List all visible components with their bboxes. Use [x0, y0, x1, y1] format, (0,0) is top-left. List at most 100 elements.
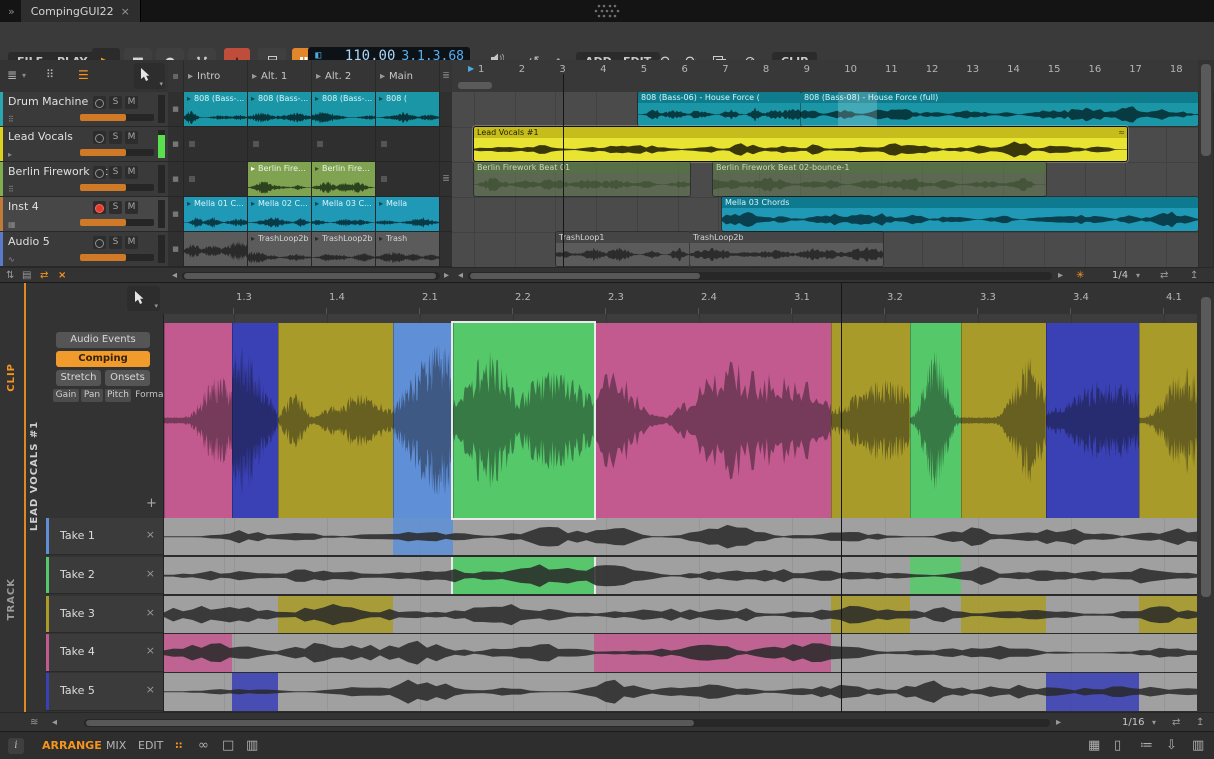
take-delete-button[interactable]: ×	[146, 606, 155, 619]
arranger-clip[interactable]: Lead Vocals #1≈	[474, 127, 1127, 161]
add-take-button[interactable]: +	[146, 496, 157, 511]
audio-events-button[interactable]: Audio Events	[56, 332, 150, 348]
stop-all-column-header[interactable]: ▪	[168, 60, 184, 92]
pan-button[interactable]: Pan	[81, 389, 103, 402]
empty-clip-slot[interactable]	[184, 162, 248, 196]
launcher-scroll-right-icon[interactable]: ▸	[444, 268, 449, 283]
take-lane-1[interactable]	[164, 518, 1197, 555]
clip-stop-button[interactable]: ■	[168, 197, 184, 231]
arranger-playhead[interactable]	[563, 74, 564, 267]
editor-vertical-scrollbar[interactable]	[1199, 283, 1213, 712]
mute-button[interactable]: M	[125, 236, 138, 249]
arranger-horizontal-scrollbar[interactable]	[468, 272, 1052, 280]
scene-menu-icon[interactable]: ≣	[440, 60, 452, 92]
single-panel-icon[interactable]: □	[222, 738, 234, 753]
comp-segment-take-3[interactable]	[831, 323, 910, 518]
scene-header-alt-2[interactable]: ▸Alt. 2	[312, 60, 376, 92]
comp-segment-take-2[interactable]	[910, 323, 962, 518]
clip-play-icon[interactable]: ▸	[315, 199, 319, 208]
browser-panel-icon[interactable]: ▯	[1114, 738, 1121, 753]
arranger-zoom-fit-icon[interactable]: ⇄	[1160, 268, 1168, 283]
comp-segment-take-4[interactable]	[164, 323, 232, 518]
launcher-clip[interactable]: ▸Berlin Fire...	[248, 162, 312, 196]
editor-expand-icon[interactable]: ↥	[1196, 715, 1204, 730]
editor-grid-caret-icon[interactable]: ▾	[1152, 715, 1156, 730]
comp-segment-take-3[interactable]	[278, 323, 394, 518]
arranger-clip[interactable]: Berlin Firework Beat 02-bounce-1	[713, 162, 1046, 196]
track-close-icon[interactable]: ×	[58, 268, 66, 283]
clip-play-icon[interactable]: ▸	[251, 199, 255, 208]
scene-play-icon[interactable]: ▸	[380, 71, 385, 82]
grid-panel-icon[interactable]: ▥	[1192, 738, 1204, 753]
clip-play-icon[interactable]: ▸	[379, 234, 383, 243]
empty-clip-slot[interactable]	[376, 127, 440, 161]
clip-play-icon[interactable]: ▸	[315, 94, 319, 103]
record-arm-button[interactable]	[93, 236, 106, 249]
launcher-clip[interactable]: ▸Mella 02 C...	[248, 197, 312, 231]
take-delete-button[interactable]: ×	[146, 567, 155, 580]
clip-play-icon[interactable]: ▸	[315, 234, 319, 243]
track-list-menu-icon[interactable]: ≣	[7, 68, 17, 82]
arranger-clip[interactable]: 808 (Bass-06) - House Force (	[638, 92, 801, 126]
snap-icon[interactable]: ✳	[1076, 268, 1084, 283]
launcher-horizontal-scrollbar[interactable]	[182, 272, 440, 280]
take-label-row[interactable]: Take 3×	[46, 596, 163, 633]
launcher-clip[interactable]: ▸Mella 03 C...	[312, 197, 376, 231]
take-lane-2[interactable]	[164, 557, 1197, 594]
record-arm-button[interactable]	[93, 96, 106, 109]
clip-stop-button[interactable]: ■	[168, 232, 184, 266]
take-label-row[interactable]: Take 2×	[46, 557, 163, 594]
clip-play-icon[interactable]: ▸	[315, 164, 319, 173]
volume-slider[interactable]	[80, 254, 154, 261]
take-delete-button[interactable]: ×	[146, 528, 155, 541]
clip-stop-button[interactable]: ■	[168, 162, 184, 196]
mix-view-button[interactable]: MIX	[106, 739, 126, 752]
arrange-view-button[interactable]: ARRANGE	[42, 739, 102, 752]
arranger-expand-icon[interactable]: ↥	[1190, 268, 1198, 283]
scene-header-alt-1[interactable]: ▸Alt. 1	[248, 60, 312, 92]
clip-play-icon[interactable]: ▸	[251, 94, 255, 103]
comp-segment-take-2[interactable]	[453, 323, 593, 518]
arranger-pointer-tool-button[interactable]: ▾	[134, 63, 165, 89]
take-label-row[interactable]: Take 5×	[46, 673, 163, 710]
tab-nav-chevron-icon[interactable]: »	[8, 5, 15, 18]
volume-slider[interactable]	[80, 184, 154, 191]
stretch-button[interactable]: Stretch	[56, 370, 101, 386]
clip-play-icon[interactable]: ▸	[379, 199, 383, 208]
mute-button[interactable]: M	[125, 201, 138, 214]
pitch-button[interactable]: Pitch	[105, 389, 131, 402]
clip-fade-icon[interactable]: ≈	[1118, 127, 1125, 138]
mute-button[interactable]: M	[125, 166, 138, 179]
empty-clip-slot[interactable]	[312, 127, 376, 161]
launcher-scroll-left-icon[interactable]: ◂	[172, 268, 177, 283]
launcher-clip[interactable]: ▸Mella	[376, 197, 440, 231]
take-lane-5[interactable]	[164, 673, 1197, 710]
project-tab[interactable]: CompingGUI22 ×	[21, 0, 141, 22]
launcher-clip[interactable]: ▸808 (	[376, 92, 440, 126]
tab-close-icon[interactable]: ×	[121, 5, 130, 18]
solo-button[interactable]: S	[109, 236, 122, 249]
editor-zoom-fit-icon[interactable]: ⇄	[1172, 715, 1180, 730]
launcher-clip[interactable]: ▸TrashLoop2b	[312, 232, 376, 266]
launcher-clip[interactable]	[184, 232, 248, 266]
comp-segment-take-3[interactable]	[961, 323, 1046, 518]
clip-play-icon[interactable]: ▸	[251, 164, 255, 173]
editor-playhead[interactable]	[841, 283, 842, 712]
lane-layers-icon[interactable]: ≋	[30, 715, 38, 730]
row-menu-icon[interactable]: ≣	[440, 162, 452, 196]
track-header[interactable]: Inst 4▦SM	[0, 197, 168, 232]
mixer-panel-icon[interactable]: ≔	[1140, 738, 1153, 753]
workspace-dots-icon[interactable]: ⠶	[174, 738, 184, 753]
clip-play-icon[interactable]: ▸	[187, 199, 191, 208]
solo-button[interactable]: S	[109, 166, 122, 179]
comp-segment-take-1[interactable]	[393, 323, 453, 518]
launcher-clip[interactable]: ▸Berlin Fire...	[312, 162, 376, 196]
track-sort-icon[interactable]: ⇅	[6, 268, 14, 283]
track-rows-icon[interactable]: ▤	[22, 268, 31, 283]
editor-ruler[interactable]: 1.31.42.12.22.32.43.13.23.33.44.1	[163, 283, 1196, 315]
volume-slider[interactable]	[80, 149, 154, 156]
track-header[interactable]: Lead Vocals▸SM	[0, 127, 168, 162]
mute-button[interactable]: M	[125, 131, 138, 144]
import-panel-icon[interactable]: ⇩	[1166, 738, 1177, 753]
clip-stop-button[interactable]: ■	[168, 92, 184, 126]
